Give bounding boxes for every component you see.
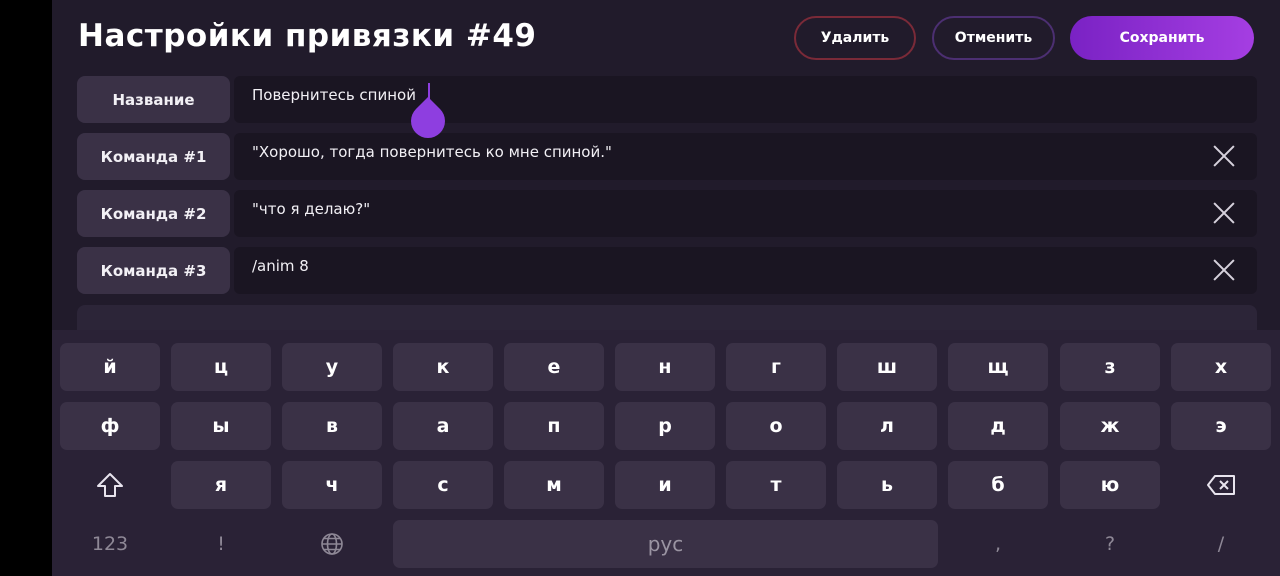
key[interactable]: й	[60, 343, 160, 391]
command-2-value: "что я делаю?"	[252, 200, 371, 218]
language-key[interactable]	[282, 520, 382, 568]
left-edge-bar	[0, 0, 52, 576]
key[interactable]: щ	[948, 343, 1048, 391]
key[interactable]: л	[837, 402, 937, 450]
exclamation-key[interactable]: !	[171, 520, 271, 568]
command-row-2: Команда #2 "что я делаю?"	[77, 190, 1257, 237]
name-label: Название	[77, 76, 230, 123]
backspace-key[interactable]	[1171, 461, 1271, 509]
close-icon[interactable]	[1213, 145, 1235, 167]
backspace-icon	[1207, 475, 1235, 495]
key[interactable]: у	[282, 343, 382, 391]
key[interactable]: д	[948, 402, 1048, 450]
close-icon[interactable]	[1213, 259, 1235, 281]
key[interactable]: ж	[1060, 402, 1160, 450]
name-row: Название Повернитесь спиной	[77, 76, 1257, 123]
shift-key[interactable]	[60, 461, 160, 509]
key[interactable]: р	[615, 402, 715, 450]
cancel-button[interactable]: Отменить	[932, 16, 1055, 60]
key[interactable]: э	[1171, 402, 1271, 450]
slash-key[interactable]: /	[1171, 520, 1271, 568]
command-3-input[interactable]: /anim 8	[234, 247, 1257, 294]
key[interactable]: ы	[171, 402, 271, 450]
key[interactable]: и	[615, 461, 715, 509]
numbers-key[interactable]: 123	[60, 520, 160, 568]
key[interactable]: в	[282, 402, 382, 450]
globe-icon	[321, 533, 343, 555]
key[interactable]: н	[615, 343, 715, 391]
command-1-input[interactable]: "Хорошо, тогда повернитесь ко мне спиной…	[234, 133, 1257, 180]
key[interactable]: о	[726, 402, 826, 450]
name-input[interactable]: Повернитесь спиной	[234, 76, 1257, 123]
name-value: Повернитесь спиной	[252, 86, 416, 104]
key[interactable]: м	[504, 461, 604, 509]
key[interactable]: я	[171, 461, 271, 509]
key[interactable]: х	[1171, 343, 1271, 391]
page-title: Настройки привязки #49	[78, 18, 537, 54]
save-button[interactable]: Сохранить	[1070, 16, 1254, 60]
command-row-1: Команда #1 "Хорошо, тогда повернитесь ко…	[77, 133, 1257, 180]
delete-button[interactable]: Удалить	[794, 16, 916, 60]
comma-key[interactable]: ,	[948, 520, 1048, 568]
key[interactable]: е	[504, 343, 604, 391]
key[interactable]: ь	[837, 461, 937, 509]
key[interactable]: ф	[60, 402, 160, 450]
key[interactable]: ш	[837, 343, 937, 391]
key[interactable]: к	[393, 343, 493, 391]
key[interactable]: з	[1060, 343, 1160, 391]
key[interactable]: ц	[171, 343, 271, 391]
key[interactable]: а	[393, 402, 493, 450]
command-3-label: Команда #3	[77, 247, 230, 294]
key[interactable]: б	[948, 461, 1048, 509]
space-key[interactable]: рус	[393, 520, 938, 568]
command-1-label: Команда #1	[77, 133, 230, 180]
command-2-input[interactable]: "что я делаю?"	[234, 190, 1257, 237]
key[interactable]: п	[504, 402, 604, 450]
key[interactable]: с	[393, 461, 493, 509]
key[interactable]: г	[726, 343, 826, 391]
command-row-partial	[77, 305, 1257, 330]
key[interactable]: ч	[282, 461, 382, 509]
command-3-value: /anim 8	[252, 257, 309, 275]
close-icon[interactable]	[1213, 202, 1235, 224]
question-key[interactable]: ?	[1060, 520, 1160, 568]
key[interactable]: ю	[1060, 461, 1160, 509]
shift-icon	[97, 473, 123, 497]
key[interactable]: т	[726, 461, 826, 509]
command-2-label: Команда #2	[77, 190, 230, 237]
command-row-3: Команда #3 /anim 8	[77, 247, 1257, 294]
command-1-value: "Хорошо, тогда повернитесь ко мне спиной…	[252, 143, 612, 161]
